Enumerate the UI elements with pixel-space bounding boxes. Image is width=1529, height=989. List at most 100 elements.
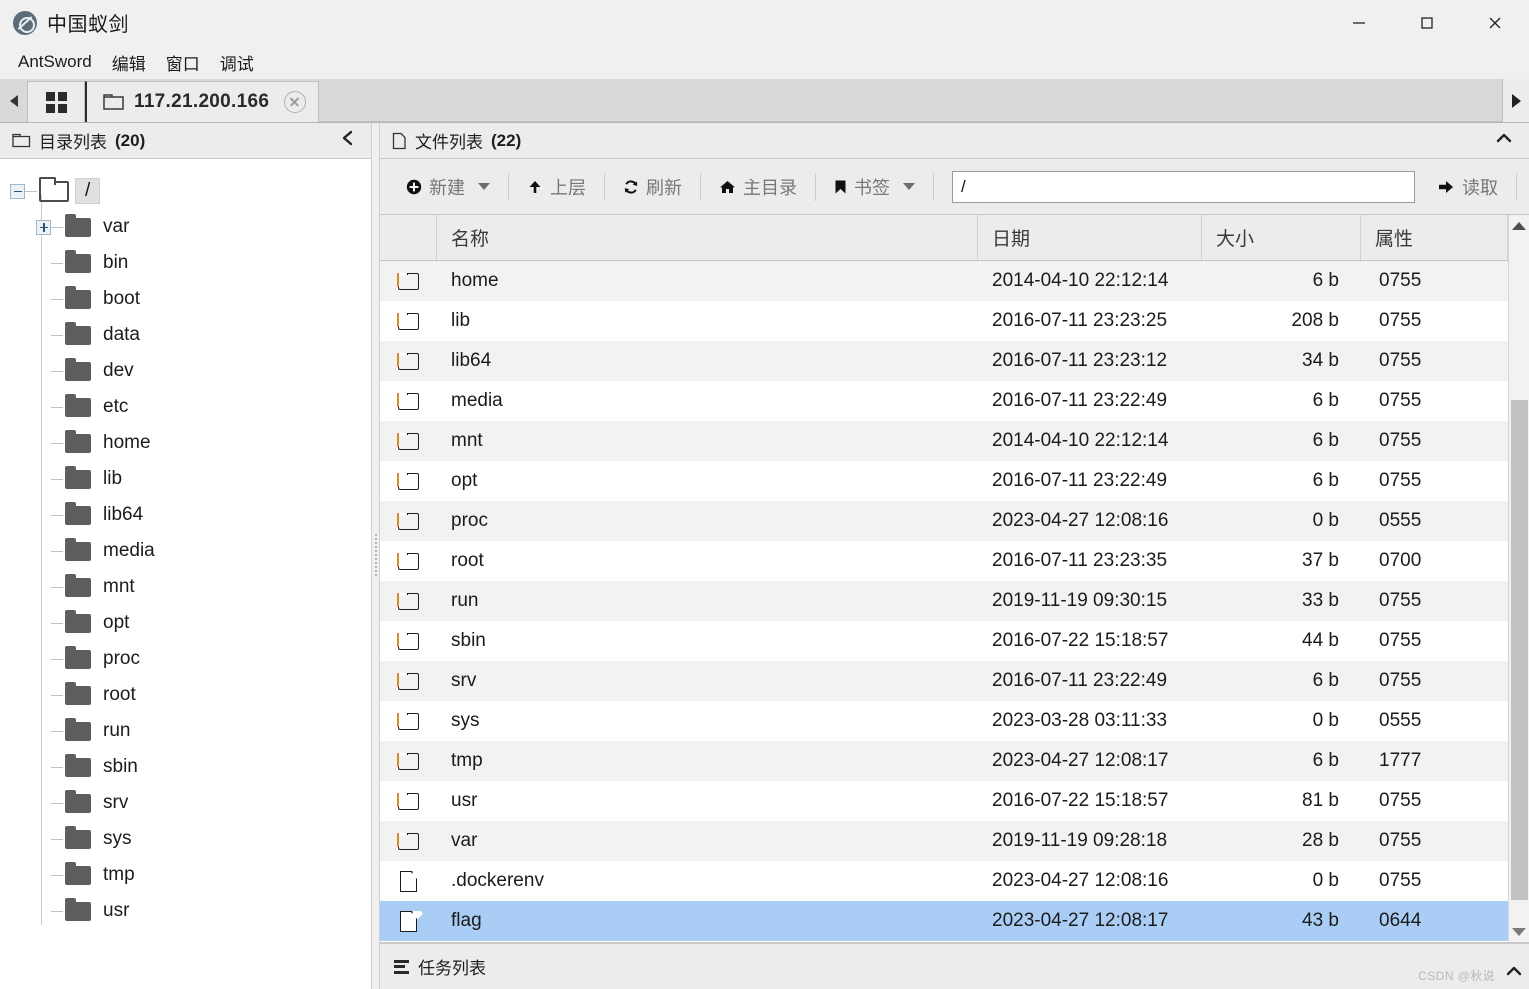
folder-icon — [397, 272, 419, 290]
table-row[interactable]: run 2019-11-19 09:30:15 33 b 0755 — [380, 581, 1508, 621]
file-panel-collapse-button[interactable] — [1489, 129, 1519, 152]
tree-item-root[interactable]: root — [10, 677, 371, 713]
sidebar-collapse-button[interactable] — [335, 127, 361, 154]
row-attr-cell: 0755 — [1379, 870, 1422, 891]
panel-splitter[interactable] — [371, 123, 380, 989]
menu-antsword[interactable]: AntSword — [8, 49, 102, 75]
table-row[interactable]: flag 2023-04-27 12:08:17 43 b 0644 — [380, 901, 1508, 941]
tree-item-bin[interactable]: bin — [10, 245, 371, 281]
tree-item-label: sys — [103, 828, 132, 849]
up-button[interactable]: 上层 — [515, 168, 598, 206]
row-name-cell: media — [451, 390, 503, 411]
tree-connector — [51, 334, 63, 336]
maximize-button[interactable] — [1393, 0, 1461, 45]
column-header-date[interactable]: 日期 — [978, 215, 1202, 260]
row-date-cell: 2016-07-11 23:22:49 — [992, 670, 1168, 691]
up-button-label: 上层 — [550, 177, 586, 198]
menu-window[interactable]: 窗口 — [156, 47, 210, 78]
task-list-title[interactable]: 任务列表 — [394, 954, 486, 979]
scrollbar-thumb[interactable] — [1510, 400, 1528, 901]
folder-icon — [397, 432, 419, 450]
tree-item-sys[interactable]: sys — [10, 821, 371, 857]
table-row[interactable]: sbin 2016-07-22 15:18:57 44 b 0755 — [380, 621, 1508, 661]
toolbar-separator — [700, 172, 701, 201]
row-date-cell: 2019-11-19 09:28:18 — [992, 830, 1168, 851]
close-circle-icon[interactable] — [284, 91, 307, 113]
table-row[interactable]: usr 2016-07-22 15:18:57 81 b 0755 — [380, 781, 1508, 821]
tree-item-home[interactable]: home — [10, 425, 371, 461]
tree-item-lib64[interactable]: lib64 — [10, 497, 371, 533]
tree-item-media[interactable]: media — [10, 533, 371, 569]
scroll-up-button[interactable] — [1509, 215, 1529, 236]
scrollbar-track[interactable] — [1509, 236, 1529, 921]
file-icon — [400, 870, 418, 892]
table-row[interactable]: opt 2016-07-11 23:22:49 6 b 0755 — [380, 461, 1508, 501]
tree-item-lib[interactable]: lib — [10, 461, 371, 497]
read-button[interactable]: 读取 — [1425, 168, 1510, 206]
tree-root-row[interactable]: / — [10, 173, 371, 209]
tree-item-sbin[interactable]: sbin — [10, 749, 371, 785]
table-row[interactable]: tmp 2023-04-27 12:08:17 6 b 1777 — [380, 741, 1508, 781]
table-row[interactable]: .dockerenv 2023-04-27 12:08:16 0 b 0755 — [380, 861, 1508, 901]
table-row[interactable]: lib 2016-07-11 23:23:25 208 b 0755 — [380, 301, 1508, 341]
menu-debug[interactable]: 调试 — [210, 47, 264, 78]
row-icon-cell — [380, 792, 437, 810]
tree-item-var[interactable]: var — [10, 209, 371, 245]
table-row[interactable]: home 2014-04-10 22:12:14 6 b 0755 — [380, 261, 1508, 301]
table-row[interactable]: srv 2016-07-11 23:22:49 6 b 0755 — [380, 661, 1508, 701]
new-button[interactable]: 新建 — [394, 168, 502, 206]
scroll-down-button[interactable] — [1509, 921, 1529, 942]
table-row[interactable]: sys 2023-03-28 03:11:33 0 b 0555 — [380, 701, 1508, 741]
tree-item-srv[interactable]: srv — [10, 785, 371, 821]
row-attr-cell: 0755 — [1379, 270, 1422, 291]
tab-117-21-200-166[interactable]: 117.21.200.166 — [85, 81, 320, 122]
task-list-collapse-button[interactable] — [1505, 964, 1523, 983]
tree-item-label: opt — [103, 612, 130, 633]
tree-item-run[interactable]: run — [10, 713, 371, 749]
column-header-size[interactable]: 大小 — [1202, 215, 1361, 260]
tree-item-data[interactable]: data — [10, 317, 371, 353]
row-name-cell: srv — [451, 670, 477, 691]
tree-expander-var[interactable] — [36, 219, 51, 235]
table-row[interactable]: var 2019-11-19 09:28:18 28 b 0755 — [380, 821, 1508, 861]
folder-icon — [397, 672, 419, 690]
tree-item-mnt[interactable]: mnt — [10, 569, 371, 605]
minimize-button[interactable] — [1325, 0, 1393, 45]
row-name-cell: opt — [451, 470, 478, 491]
tree-item-boot[interactable]: boot — [10, 281, 371, 317]
row-attr-cell: 1777 — [1379, 750, 1422, 771]
folder-icon — [65, 753, 91, 777]
tree-item-dev[interactable]: dev — [10, 353, 371, 389]
table-row[interactable]: lib64 2016-07-11 23:23:12 34 b 0755 — [380, 341, 1508, 381]
folder-icon — [65, 717, 91, 741]
file-table-header: 名称 日期 大小 属性 — [380, 215, 1508, 261]
close-button[interactable] — [1461, 0, 1529, 45]
bookmark-icon — [834, 179, 847, 195]
folder-icon — [397, 792, 419, 810]
table-row[interactable]: mnt 2014-04-10 22:12:14 6 b 0755 — [380, 421, 1508, 461]
bookmark-button[interactable]: 书签 — [822, 168, 927, 206]
tab-home-grid[interactable] — [27, 81, 85, 122]
tab-scroll-right-button[interactable] — [1502, 79, 1529, 122]
row-icon-cell — [380, 472, 437, 490]
table-row[interactable]: root 2016-07-11 23:23:35 37 b 0700 — [380, 541, 1508, 581]
table-row[interactable]: media 2016-07-11 23:22:49 6 b 0755 — [380, 381, 1508, 421]
tree-item-opt[interactable]: opt — [10, 605, 371, 641]
tree-item-usr[interactable]: usr — [10, 893, 371, 929]
table-row[interactable]: proc 2023-04-27 12:08:16 0 b 0555 — [380, 501, 1508, 541]
file-list-scrollbar[interactable] — [1508, 215, 1529, 942]
file-toolbar: 新建 上层 刷新 主目录 书签 / 读取 — [380, 159, 1529, 215]
column-header-name[interactable]: 名称 — [437, 215, 978, 260]
refresh-button[interactable]: 刷新 — [611, 168, 694, 206]
tree-item-etc[interactable]: etc — [10, 389, 371, 425]
tab-bar-filler — [319, 81, 1529, 122]
column-header-attr[interactable]: 属性 — [1361, 215, 1508, 260]
file-outline-icon — [392, 132, 406, 149]
tree-item-proc[interactable]: proc — [10, 641, 371, 677]
menu-edit[interactable]: 编辑 — [102, 47, 156, 78]
tree-expander-root[interactable] — [10, 183, 25, 199]
tab-scroll-left-button[interactable] — [0, 79, 27, 122]
home-dir-button[interactable]: 主目录 — [707, 168, 809, 206]
tree-item-tmp[interactable]: tmp — [10, 857, 371, 893]
path-input[interactable] — [952, 170, 1415, 203]
